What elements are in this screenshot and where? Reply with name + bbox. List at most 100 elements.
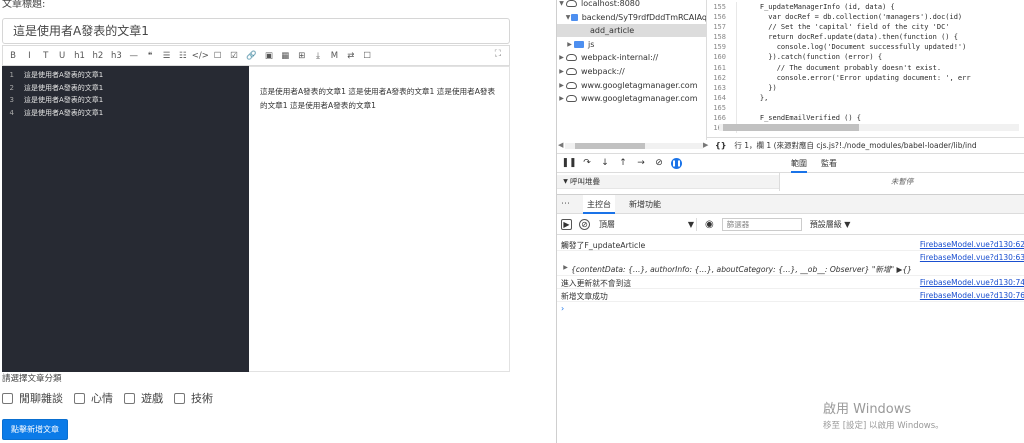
sources-navigator: ▼ localhost:8080 ▼ backend/SyT9rdfDddTmRCAI… [557, 0, 707, 140]
toolbar-button-4[interactable]: h1 [73, 49, 87, 63]
navigator-item[interactable]: ▶ webpack-internal:// [557, 51, 706, 64]
log-levels-dropdown[interactable]: 預設層級 ▼ [810, 219, 851, 230]
drawer-menu-icon[interactable]: ⋯ [561, 199, 571, 209]
category-option[interactable]: 遊戲 [124, 390, 163, 406]
submit-article-button[interactable]: 點擊新增文章 [2, 419, 68, 440]
navigator-item[interactable]: add_article [557, 24, 706, 38]
expand-icon[interactable]: ▶ [557, 95, 566, 102]
expand-icon[interactable]: ▶ [557, 82, 566, 89]
category-option[interactable]: 閒聊雜談 [2, 390, 63, 406]
navigator-scrollbar[interactable] [565, 143, 703, 149]
navigator-item[interactable]: ▼ backend/SyT9rdfDddTmRCAIAq [557, 11, 706, 24]
toolbar-button-2[interactable]: T [40, 49, 52, 63]
filter-input[interactable]: 篩選器 [721, 218, 802, 231]
expand-icon[interactable]: ▶ [561, 264, 570, 271]
toolbar-button-3[interactable]: U [56, 49, 68, 63]
toolbar-button-5[interactable]: h2 [91, 49, 105, 63]
toolbar-button-9[interactable]: ☰ [161, 49, 173, 63]
code-line-number[interactable]: 156 [707, 12, 737, 23]
code-line-number[interactable]: 162 [707, 72, 737, 83]
deactivate-breakpoints-icon[interactable]: ⊘ [653, 157, 665, 169]
sidebar-toggle-icon[interactable]: ▶ [561, 219, 572, 230]
line-text: 這是使用者A發表的文章1 [24, 71, 104, 80]
line-number: 1 [9, 71, 14, 80]
code-line-number[interactable]: 163 [707, 82, 737, 93]
scroll-left-icon[interactable]: ◀ [558, 141, 563, 149]
expand-icon[interactable]: ▶ [557, 54, 566, 61]
pause-on-exceptions-icon[interactable]: ❚❚ [671, 157, 682, 169]
tab-whats-new[interactable]: 新增功能 [629, 195, 661, 214]
toolbar-button-14[interactable]: 🔗 [244, 49, 258, 63]
context-select[interactable]: 頂層 ▼ [597, 218, 697, 231]
toolbar-button-21[interactable]: ☐ [361, 49, 373, 63]
toolbar-button-19[interactable]: M [328, 49, 340, 63]
code-line-number[interactable]: 159 [707, 42, 737, 53]
expand-icon[interactable]: ▶ [565, 41, 574, 48]
not-paused-text: 未暫停 [890, 177, 914, 186]
toolbar-button-15[interactable]: ▣ [263, 49, 275, 63]
toolbar-button-0[interactable]: B [7, 49, 19, 63]
toolbar-button-11[interactable]: </> [192, 49, 209, 63]
log-message: 進入更新就不會到這 [561, 279, 632, 288]
toolbar-button-13[interactable]: ☑ [228, 49, 240, 63]
code-scrollbar[interactable] [719, 124, 1019, 131]
toolbar-button-20[interactable]: ⇄ [345, 49, 357, 63]
step-over-icon[interactable]: ↷ [581, 157, 593, 169]
log-source-link[interactable]: FirebaseModel.vue?d130:76 [920, 291, 1024, 300]
step-icon[interactable]: → [635, 157, 647, 169]
toolbar-button-12[interactable]: ☐ [212, 49, 224, 63]
code-line-number[interactable]: 161 [707, 62, 737, 73]
code-line-number[interactable]: 164 [707, 92, 737, 103]
navigator-item[interactable]: ▼ localhost:8080 [557, 0, 706, 10]
toolbar-button-1[interactable]: I [23, 49, 35, 63]
tab-watch[interactable]: 監看 [821, 154, 837, 173]
expand-icon[interactable]: ▶ [557, 68, 566, 75]
log-source-link[interactable]: FirebaseModel.vue?d130:62 [920, 240, 1024, 249]
toolbar-button-8[interactable]: ❝ [144, 49, 156, 63]
log-source-link[interactable]: FirebaseModel.vue?d130:74 [920, 278, 1024, 287]
code-editor[interactable]: 155 F_updateManagerInfo (id, data) {156 … [707, 0, 1024, 135]
call-stack-header[interactable]: ▼ 呼叫堆疊 [557, 175, 779, 189]
toolbar-button-16[interactable]: ▦ [279, 49, 291, 63]
markdown-editor[interactable]: 1 這是使用者A發表的文章1 2 這是使用者A發表的文章1 3 這是使用者A發表的文章1 4… [2, 66, 249, 372]
toolbar-button-6[interactable]: h3 [109, 49, 123, 63]
code-line-number[interactable]: 166 [707, 113, 737, 124]
toolbar-button-7[interactable]: — [128, 49, 140, 63]
tab-console[interactable]: 主控台 [583, 194, 615, 214]
navigator-item[interactable]: ▶ js [557, 38, 706, 51]
code-line-number[interactable]: 157 [707, 22, 737, 33]
markdown-preview: 這是使用者A發表的文章1 這是使用者A發表的文章1 這是使用者A發表的文章1 這… [249, 66, 510, 372]
fullscreen-icon[interactable]: ⛶ [495, 49, 501, 59]
collapse-icon[interactable]: ▼ [557, 0, 566, 7]
clear-console-icon[interactable]: ⊘ [579, 219, 590, 230]
category-option[interactable]: 心情 [74, 390, 113, 406]
code-line-number[interactable]: 155 [707, 2, 737, 13]
eye-icon[interactable]: ◉ [705, 219, 714, 230]
windows-watermark-subtitle: 移至 [設定] 以啟用 Windows。 [823, 421, 944, 431]
category-option[interactable]: 技術 [174, 390, 213, 406]
step-into-icon[interactable]: ↓ [599, 157, 611, 169]
console-log-row: FirebaseModel.vue?d130:63 ▶ {contentData: … [557, 251, 1024, 276]
toolbar-button-10[interactable]: ☷ [177, 49, 189, 63]
pause-icon[interactable]: ❚❚ [561, 157, 576, 169]
code-line-number[interactable]: 160 [707, 52, 737, 63]
pretty-print-icon[interactable]: {} [715, 141, 726, 150]
category-checkbox[interactable] [74, 392, 85, 404]
navigator-item[interactable]: ▶ www.googletagmanager.com [557, 79, 706, 92]
log-object[interactable]: ▶ {contentData: {…}, authorInfo: {…}, abo… [563, 264, 912, 275]
navigator-item[interactable]: ▶ webpack:// [557, 65, 706, 78]
title-input[interactable]: 這是使用者A發表的文章1 [2, 18, 510, 44]
line-number: 3 [9, 96, 14, 105]
code-line-number[interactable]: 158 [707, 32, 737, 43]
tab-scope[interactable]: 範圍 [791, 154, 807, 173]
category-checkbox[interactable] [124, 392, 135, 404]
category-checkbox[interactable] [2, 392, 13, 404]
toolbar-button-17[interactable]: ⊞ [296, 49, 308, 63]
step-out-icon[interactable]: ↑ [617, 157, 629, 169]
category-checkbox[interactable] [174, 392, 185, 404]
code-line-number[interactable]: 165 [707, 102, 737, 114]
console-prompt[interactable]: › [561, 304, 564, 313]
navigator-item[interactable]: ▶ www.googletagmanager.com [557, 92, 706, 105]
toolbar-button-18[interactable]: ⤓ [312, 49, 324, 63]
log-source-link[interactable]: FirebaseModel.vue?d130:63 [920, 253, 1024, 262]
